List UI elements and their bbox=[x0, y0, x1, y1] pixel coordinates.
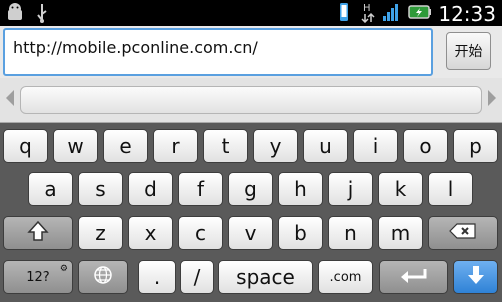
key-t[interactable]: t bbox=[203, 129, 248, 163]
enter-key[interactable] bbox=[379, 260, 448, 294]
browser-url-bar: http://mobile.pconline.com.cn/ 开始 bbox=[0, 26, 502, 79]
battery-icon bbox=[408, 1, 432, 27]
key-s[interactable]: s bbox=[78, 172, 123, 206]
key-f[interactable]: f bbox=[178, 172, 223, 206]
suggestion-strip bbox=[0, 78, 502, 123]
url-input[interactable]: http://mobile.pconline.com.cn/ bbox=[3, 28, 433, 76]
key-p[interactable]: p bbox=[453, 129, 498, 163]
globe-icon bbox=[93, 265, 113, 290]
key-x[interactable]: x bbox=[128, 216, 173, 250]
svg-text:H: H bbox=[363, 3, 371, 14]
dotcom-key[interactable]: .com bbox=[318, 260, 373, 294]
key-u[interactable]: u bbox=[303, 129, 348, 163]
key-h[interactable]: h bbox=[278, 172, 323, 206]
scroll-left-icon[interactable] bbox=[6, 90, 14, 106]
signal-icon bbox=[382, 1, 402, 27]
key-e[interactable]: e bbox=[103, 129, 148, 163]
scroll-right-icon[interactable] bbox=[488, 90, 496, 106]
key-k[interactable]: k bbox=[378, 172, 423, 206]
url-text: http://mobile.pconline.com.cn/ bbox=[13, 38, 258, 57]
period-key[interactable]: . bbox=[138, 260, 176, 294]
key-c[interactable]: c bbox=[178, 216, 223, 250]
key-b[interactable]: b bbox=[278, 216, 323, 250]
key-l[interactable]: l bbox=[428, 172, 473, 206]
clock: 12:33 bbox=[438, 2, 496, 26]
soft-keyboard: q w e r t y u i o p a s d f g h j k l z … bbox=[0, 123, 502, 302]
slash-key[interactable]: / bbox=[180, 260, 214, 294]
settings-gear-icon: ⚙ bbox=[59, 264, 68, 274]
suggestion-bar[interactable] bbox=[20, 86, 482, 114]
data-h-icon: H bbox=[360, 1, 376, 27]
key-a[interactable]: a bbox=[28, 172, 73, 206]
shift-key[interactable] bbox=[3, 216, 73, 250]
backspace-icon bbox=[449, 221, 477, 245]
key-w[interactable]: w bbox=[53, 129, 98, 163]
key-r[interactable]: r bbox=[153, 129, 198, 163]
hide-keyboard-key[interactable] bbox=[453, 260, 498, 294]
backspace-key[interactable] bbox=[428, 216, 498, 250]
key-q[interactable]: q bbox=[3, 129, 48, 163]
key-j[interactable]: j bbox=[328, 172, 373, 206]
key-g[interactable]: g bbox=[228, 172, 273, 206]
key-o[interactable]: o bbox=[403, 129, 448, 163]
symbols-label: 12? bbox=[26, 269, 50, 285]
enter-icon bbox=[399, 265, 429, 289]
arrow-down-icon bbox=[466, 264, 486, 291]
key-n[interactable]: n bbox=[328, 216, 373, 250]
key-i[interactable]: i bbox=[353, 129, 398, 163]
android-icon bbox=[6, 3, 24, 28]
symbols-key[interactable]: 12? ⚙ bbox=[3, 260, 73, 294]
key-z[interactable]: z bbox=[78, 216, 123, 250]
vibrate-icon bbox=[334, 1, 354, 27]
language-key[interactable] bbox=[78, 260, 128, 294]
key-y[interactable]: y bbox=[253, 129, 298, 163]
key-d[interactable]: d bbox=[128, 172, 173, 206]
space-key[interactable]: space bbox=[218, 260, 313, 294]
key-v[interactable]: v bbox=[228, 216, 273, 250]
go-button[interactable]: 开始 bbox=[446, 32, 491, 70]
shift-icon bbox=[27, 220, 49, 247]
status-bar: H 12:33 bbox=[0, 0, 502, 26]
key-m[interactable]: m bbox=[378, 216, 423, 250]
usb-icon bbox=[34, 3, 50, 28]
